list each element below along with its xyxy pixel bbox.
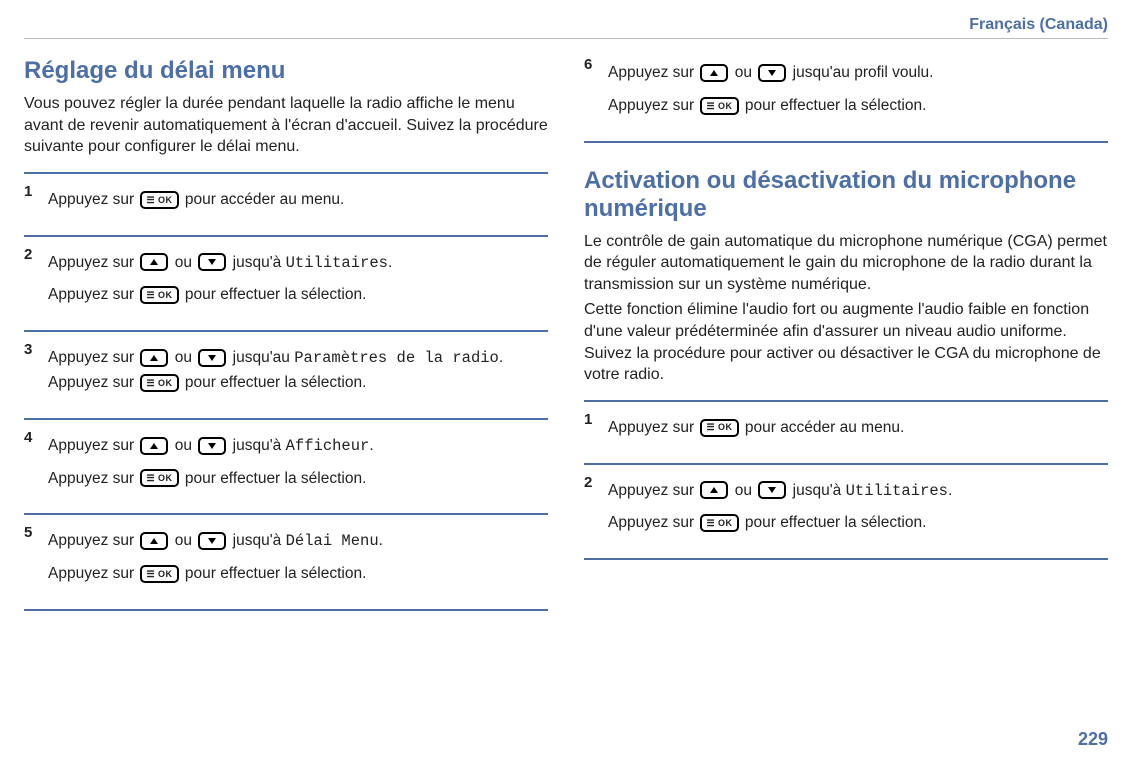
step-text: ou — [735, 482, 757, 499]
step-text: Appuyez sur — [48, 191, 138, 208]
step-text: pour effectuer la sélection. — [185, 470, 367, 487]
down-arrow-icon — [198, 532, 226, 550]
language-header: Français (Canada) — [24, 16, 1108, 39]
up-arrow-icon — [140, 532, 168, 550]
step-text: jusqu'à — [233, 532, 286, 549]
list-item: 6 Appuyez sur ou jusqu'au profil voulu. … — [584, 47, 1108, 143]
step-text: ou — [735, 64, 757, 81]
section-intro-right-1: Le contrôle de gain automatique du micro… — [584, 231, 1108, 296]
step-text: Appuyez sur — [608, 64, 698, 81]
ok-button-icon: ☰ OK — [700, 97, 738, 115]
procedure-list-right-top: 6 Appuyez sur ou jusqu'au profil voulu. … — [584, 47, 1108, 143]
step-text: Appuyez sur — [48, 470, 138, 487]
step-text: jusqu'à — [233, 437, 286, 454]
step-text: pour accéder au menu. — [745, 419, 904, 436]
up-arrow-icon — [700, 64, 728, 82]
step-text: Appuyez sur — [48, 565, 138, 582]
down-arrow-icon — [198, 437, 226, 455]
list-item: 4 Appuyez sur ou jusqu'à Afficheur. Appu… — [24, 418, 548, 514]
page: Français (Canada) Réglage du délai menu … — [0, 0, 1132, 762]
step-text: Appuyez sur — [48, 254, 138, 271]
up-arrow-icon — [140, 253, 168, 271]
step-number: 6 — [584, 53, 592, 77]
ok-button-icon: ☰ OK — [140, 191, 178, 209]
step-text: . — [369, 437, 373, 454]
step-text: pour effectuer la sélection. — [185, 286, 367, 303]
step-text: Appuyez sur — [48, 286, 138, 303]
page-number: 229 — [1078, 729, 1108, 750]
step-text: pour effectuer la sélection. — [185, 374, 367, 391]
menu-target: Délai Menu — [286, 532, 379, 550]
step-text: jusqu'à — [793, 482, 846, 499]
step-text: Appuyez sur — [608, 97, 698, 114]
step-text: jusqu'au profil voulu. — [793, 64, 934, 81]
section-title-right: Activation ou désactivation du microphon… — [584, 167, 1108, 223]
ok-button-icon: ☰ OK — [700, 419, 738, 437]
step-text: pour effectuer la sélection. — [745, 514, 927, 531]
ok-button-icon: ☰ OK — [140, 374, 178, 392]
step-number: 1 — [584, 408, 592, 432]
step-text: jusqu'à — [233, 254, 286, 271]
ok-button-icon: ☰ OK — [700, 514, 738, 532]
step-text: Appuyez sur — [608, 482, 698, 499]
step-text: Appuyez sur — [608, 419, 698, 436]
step-number: 1 — [24, 180, 32, 204]
step-text: ou — [175, 532, 197, 549]
step-number: 2 — [24, 243, 32, 267]
right-column: 6 Appuyez sur ou jusqu'au profil voulu. … — [584, 47, 1108, 611]
step-text: . — [379, 532, 383, 549]
list-item: 3 Appuyez sur ou jusqu'au Paramètres de … — [24, 330, 548, 418]
step-text: ou — [175, 437, 197, 454]
step-number: 4 — [24, 426, 32, 450]
down-arrow-icon — [198, 253, 226, 271]
step-text: . — [388, 254, 392, 271]
step-text: pour accéder au menu. — [185, 191, 344, 208]
section-intro-right-2: Cette fonction élimine l'audio fort ou a… — [584, 299, 1108, 385]
ok-button-icon: ☰ OK — [140, 286, 178, 304]
step-text: Appuyez sur — [48, 349, 138, 366]
up-arrow-icon — [700, 481, 728, 499]
down-arrow-icon — [198, 349, 226, 367]
list-item: 1 Appuyez sur ☰ OK pour accéder au menu. — [584, 400, 1108, 463]
menu-target: Afficheur — [286, 437, 370, 455]
left-column: Réglage du délai menu Vous pouvez régler… — [24, 47, 548, 611]
step-text: jusqu'au — [233, 349, 295, 366]
step-number: 2 — [584, 471, 592, 495]
step-text: ou — [175, 254, 197, 271]
step-text: ou — [175, 349, 197, 366]
step-text: Appuyez sur — [48, 437, 138, 454]
section-title-left: Réglage du délai menu — [24, 57, 548, 85]
down-arrow-icon — [758, 481, 786, 499]
section-intro-left: Vous pouvez régler la durée pendant laqu… — [24, 93, 548, 158]
step-number: 5 — [24, 521, 32, 545]
ok-button-icon: ☰ OK — [140, 469, 178, 487]
list-item: 2 Appuyez sur ou jusqu'à Utilitaires. Ap… — [584, 463, 1108, 561]
list-item: 1 Appuyez sur ☰ OK pour accéder au menu. — [24, 172, 548, 235]
step-number: 3 — [24, 338, 32, 362]
step-text: Appuyez sur — [48, 532, 138, 549]
menu-target: Utilitaires — [286, 254, 388, 272]
step-text: Appuyez sur — [608, 514, 698, 531]
step-text: pour effectuer la sélection. — [185, 565, 367, 582]
menu-target: Paramètres de la radio — [294, 349, 499, 367]
procedure-list-right: 1 Appuyez sur ☰ OK pour accéder au menu.… — [584, 400, 1108, 560]
step-text: pour effectuer la sélection. — [745, 97, 927, 114]
procedure-list-left: 1 Appuyez sur ☰ OK pour accéder au menu.… — [24, 172, 548, 611]
down-arrow-icon — [758, 64, 786, 82]
list-item: 5 Appuyez sur ou jusqu'à Délai Menu. App… — [24, 513, 548, 611]
list-item: 2 Appuyez sur ou jusqu'à Utilitaires. Ap… — [24, 235, 548, 331]
columns: Réglage du délai menu Vous pouvez régler… — [24, 47, 1108, 611]
menu-target: Utilitaires — [846, 482, 948, 500]
ok-button-icon: ☰ OK — [140, 565, 178, 583]
step-text: . — [948, 482, 952, 499]
up-arrow-icon — [140, 349, 168, 367]
up-arrow-icon — [140, 437, 168, 455]
